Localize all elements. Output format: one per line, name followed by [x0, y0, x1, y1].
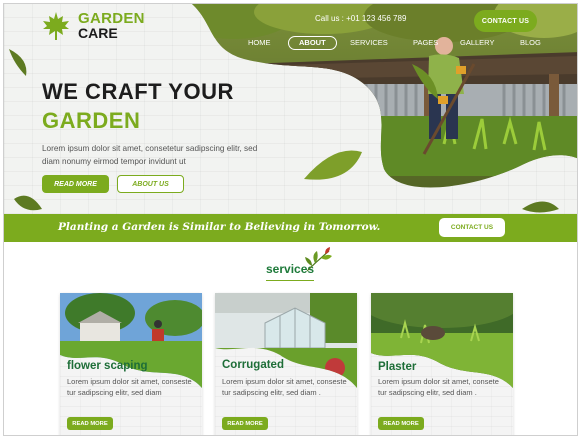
plaster-lawn-photo	[371, 293, 513, 388]
hero-about-us-button[interactable]: ABOUT US	[117, 175, 184, 193]
hero-description: Lorem ipsum dolor sit amet, consetetur s…	[42, 144, 258, 166]
nav-item-services[interactable]: SERVICES	[350, 36, 388, 50]
card-read-more-button[interactable]: READ MORE	[222, 417, 268, 430]
corrugated-greenhouse-photo	[215, 293, 357, 388]
service-card-plaster[interactable]: Plaster Lorem ipsum dolor sit amet, cons…	[371, 293, 513, 435]
hero-read-more-button[interactable]: READ MORE	[42, 175, 109, 193]
service-card-corrugated[interactable]: Corrugated Lorem ipsum dolor sit amet, c…	[215, 293, 357, 435]
call-number[interactable]: Call us : +01 123 456 789	[315, 14, 406, 23]
nav-item-gallery[interactable]: GALLERY	[460, 36, 494, 50]
nav-item-pages[interactable]: PAGES	[413, 36, 438, 50]
nav-item-blog[interactable]: BLOG	[520, 36, 541, 50]
brand-name-line1: GARDEN	[78, 10, 145, 27]
brand-name-line2: CARE	[78, 25, 118, 41]
card-description: Lorem ipsum dolor sit amet, consete tur …	[378, 377, 499, 397]
banner-quote: Planting a Garden is Similar to Believin…	[58, 221, 381, 233]
nav-item-home[interactable]: HOME	[248, 36, 271, 50]
brand-name: GARDEN CARE	[78, 11, 145, 41]
leaf-decoration-left	[9, 49, 27, 76]
header-contact-button[interactable]: CONTACT US	[474, 10, 537, 32]
card-read-more-button[interactable]: READ MORE	[378, 417, 424, 430]
quote-banner: Planting a Garden is Similar to Believin…	[4, 214, 577, 242]
hero-section: GARDEN CARE Call us : +01 123 456 789 CO…	[4, 4, 577, 214]
nav-item-about[interactable]: ABOUT	[288, 36, 337, 50]
leaf-sprig-icon	[305, 247, 332, 272]
service-card-flower-scaping[interactable]: flower scaping Lorem ipsum dolor sit ame…	[60, 293, 202, 435]
card-title: Corrugated	[222, 359, 284, 371]
card-title: flower scaping	[67, 360, 148, 372]
services-underline	[266, 280, 314, 281]
flower-scaping-photo	[60, 293, 202, 388]
card-description: Lorem ipsum dolor sit amet, conseste tur…	[67, 377, 192, 397]
card-description: Lorem ipsum dolor sit amet, conseste tur…	[222, 377, 347, 397]
banner-contact-button[interactable]: CONTACT US	[439, 218, 505, 237]
card-title: Plaster	[378, 361, 417, 373]
page-frame: GARDEN CARE Call us : +01 123 456 789 CO…	[3, 3, 578, 436]
hero-headline-line1: WE CRAFT YOUR	[42, 79, 234, 104]
hero-headline-line2: GARDEN	[42, 108, 141, 133]
brand-logo[interactable]: GARDEN CARE	[40, 10, 145, 42]
card-read-more-button[interactable]: READ MORE	[67, 417, 113, 430]
maple-leaf-icon	[43, 12, 69, 40]
